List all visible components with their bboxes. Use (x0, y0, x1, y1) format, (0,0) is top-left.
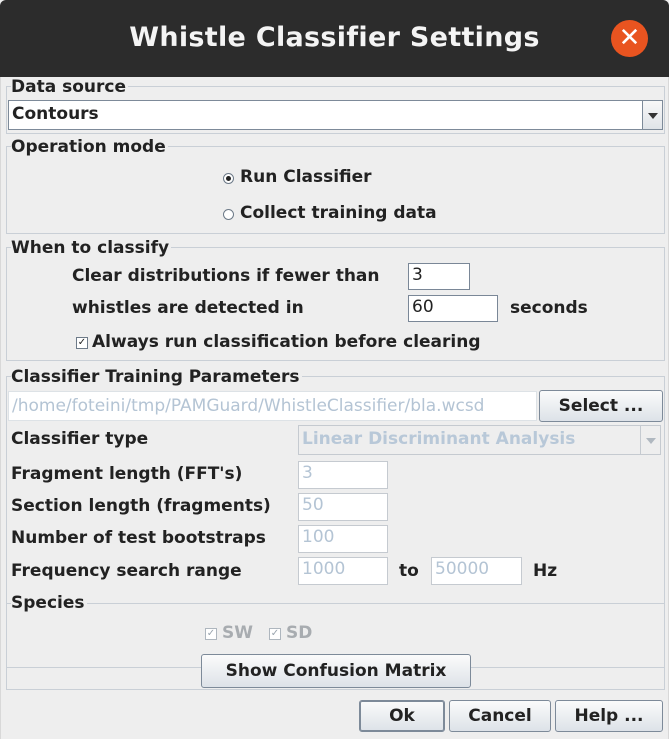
frequency-unit-label: Hz (533, 561, 558, 581)
species-sd-label: SD (286, 623, 313, 643)
classifier-type-label: Classifier type (11, 429, 149, 449)
data-source-legend: Data source (11, 77, 128, 97)
collect-training-radio[interactable] (223, 209, 234, 220)
close-icon[interactable]: ✕ (611, 20, 648, 57)
run-classifier-radio[interactable] (223, 173, 234, 184)
help-button[interactable]: Help ... (555, 700, 663, 732)
chevron-down-icon (640, 426, 660, 454)
whistles-detected-label: whistles are detected in (72, 298, 304, 318)
data-source-value: Contours (12, 104, 99, 124)
dialog-content: Data source Contours Operation mode Run … (0, 77, 669, 739)
frequency-range-label: Frequency search range (11, 561, 242, 581)
run-classifier-label[interactable]: Run Classifier (240, 166, 372, 188)
always-run-label[interactable]: Always run classification before clearin… (92, 331, 481, 353)
bootstraps-input: 100 (298, 525, 388, 553)
collect-training-label[interactable]: Collect training data (240, 202, 437, 224)
always-run-checkbox[interactable]: ✓ (76, 337, 88, 349)
chevron-down-icon[interactable] (642, 101, 662, 129)
frequency-to-label: to (399, 561, 419, 581)
window-title: Whistle Classifier Settings (129, 22, 540, 53)
bootstraps-label: Number of test bootstraps (11, 528, 266, 548)
classifier-type-value: Linear Discriminant Analysis (302, 429, 576, 449)
species-legend: Species (11, 593, 87, 613)
section-length-label: Section length (fragments) (11, 496, 271, 516)
when-to-classify-legend: When to classify (11, 238, 172, 258)
seconds-label: seconds (510, 298, 588, 318)
classifier-type-select: Linear Discriminant Analysis (298, 425, 661, 455)
select-file-button[interactable]: Select ... (539, 390, 663, 422)
fragment-length-label: Fragment length (FFT's) (11, 464, 243, 484)
training-legend: Classifier Training Parameters (11, 367, 302, 387)
cancel-button[interactable]: Cancel (449, 700, 551, 732)
fragment-length-input: 3 (298, 461, 388, 489)
operation-mode-legend: Operation mode (11, 137, 168, 157)
species-sd-checkbox: ✓ (269, 628, 281, 640)
clear-distributions-input[interactable]: 3 (408, 263, 470, 290)
species-sw-label: SW (222, 623, 253, 643)
training-file-path: /home/foteini/tmp/PAMGuard/WhistleClassi… (8, 391, 537, 421)
show-confusion-matrix-button[interactable]: Show Confusion Matrix (201, 654, 471, 688)
clear-distributions-label: Clear distributions if fewer than (72, 266, 380, 286)
frequency-min-input: 1000 (298, 557, 388, 585)
section-length-input: 50 (298, 493, 388, 521)
frequency-max-input: 50000 (431, 557, 522, 585)
title-bar: Whistle Classifier Settings ✕ (0, 0, 669, 77)
whistles-seconds-input[interactable]: 60 (408, 295, 498, 322)
ok-button[interactable]: Ok (359, 700, 445, 732)
species-sw-checkbox: ✓ (205, 628, 217, 640)
data-source-select[interactable]: Contours (8, 100, 663, 130)
